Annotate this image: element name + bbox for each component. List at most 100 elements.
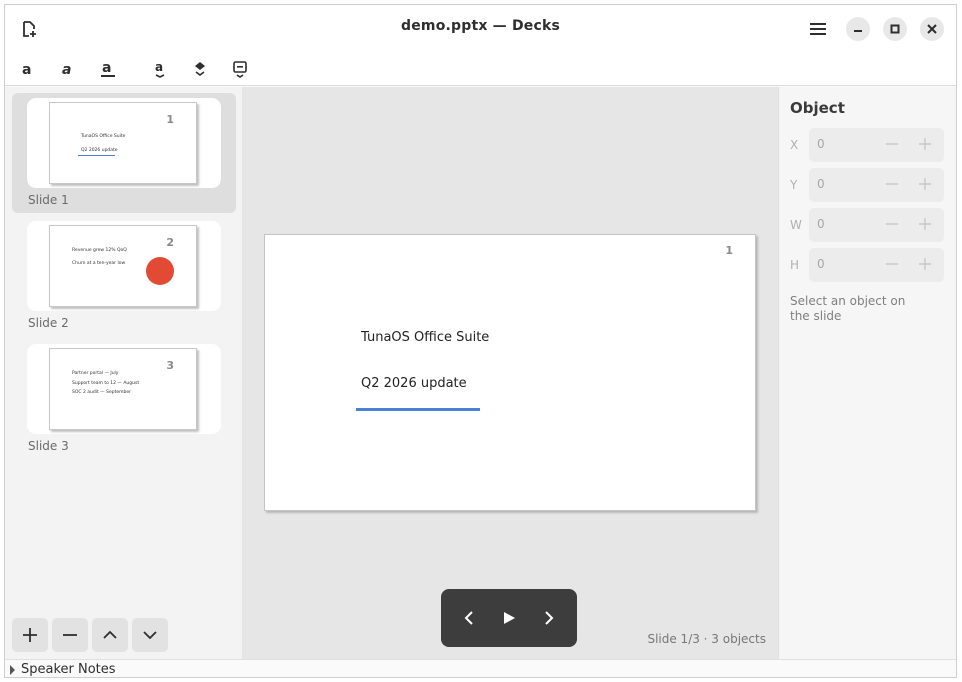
fill-color-button[interactable]: [187, 56, 213, 82]
remove-slide-button[interactable]: [52, 618, 88, 652]
presentation-controls: [441, 589, 577, 647]
remove-icon: [63, 634, 77, 636]
property-value[interactable]: 0: [817, 217, 825, 231]
minus-icon: [886, 183, 898, 185]
property-label: Y: [790, 178, 798, 192]
minus-icon: [886, 263, 898, 265]
increment-button[interactable]: [917, 176, 933, 192]
minimize-icon: [854, 30, 862, 32]
thumbnail-circle-shape: [146, 257, 174, 285]
property-h: H 0: [779, 248, 956, 282]
minimize-button[interactable]: [846, 17, 870, 41]
minus-icon: [886, 223, 898, 225]
previous-slide-button[interactable]: [457, 605, 483, 631]
play-icon: [504, 612, 515, 624]
svg-text:a: a: [22, 62, 31, 77]
decrement-button[interactable]: [884, 256, 900, 272]
close-icon: [927, 24, 937, 34]
thumbnail-slide-preview: 3 Partner portal — July Support team to …: [49, 348, 197, 430]
x-spinbutton[interactable]: 0: [809, 128, 944, 162]
decrement-button[interactable]: [884, 176, 900, 192]
close-button[interactable]: [920, 17, 944, 41]
thumbnail-text: Q2 2026 update: [81, 148, 118, 153]
property-value[interactable]: 0: [817, 177, 825, 191]
thumbnail-text: Support team to 12 — August: [72, 381, 140, 386]
underline-button[interactable]: a: [95, 56, 121, 82]
current-slide[interactable]: 1 TunaOS Office Suite Q2 2026 update: [264, 234, 756, 511]
comment-button[interactable]: [227, 56, 253, 82]
property-w: W 0: [779, 208, 956, 242]
comment-icon: [233, 61, 247, 78]
thumbnail-slide-number: 2: [166, 236, 174, 249]
thumbnail-slide-preview: 1 TunaOS Office Suite Q2 2026 update: [49, 102, 197, 184]
slide-title-text[interactable]: TunaOS Office Suite: [361, 330, 489, 345]
italic-icon: a: [62, 62, 71, 77]
thumbnail-card: 2 Revenue grew 12% QoQ Churn at a ten-ye…: [27, 221, 221, 311]
move-slide-down-button[interactable]: [132, 618, 168, 652]
add-slide-button[interactable]: [12, 618, 48, 652]
y-spinbutton[interactable]: 0: [809, 168, 944, 202]
property-y: Y 0: [779, 168, 956, 202]
underline-icon: a: [101, 60, 115, 77]
fill-color-icon: [195, 62, 205, 76]
property-label: H: [790, 258, 800, 272]
increment-button[interactable]: [917, 256, 933, 272]
slide-accent-line[interactable]: [356, 408, 480, 411]
thumbnail-caption: Slide 2: [28, 316, 69, 330]
inspector-hint: Select an object on the slide: [790, 294, 906, 323]
thumbnail-text: TunaOS Office Suite: [81, 134, 126, 139]
move-slide-up-button[interactable]: [92, 618, 128, 652]
plus-icon: [919, 258, 931, 270]
slide-canvas: 1 TunaOS Office Suite Q2 2026 update Sli…: [242, 87, 778, 659]
slide-status: Slide 1/3 · 3 objects: [647, 632, 766, 646]
speaker-notes-expander[interactable]: Speaker Notes: [5, 659, 956, 677]
property-label: W: [790, 218, 802, 232]
increment-button[interactable]: [917, 216, 933, 232]
bold-button[interactable]: a: [15, 56, 41, 82]
maximize-button[interactable]: [883, 17, 907, 41]
thumbnail-text: Churn at a ten-year low: [72, 261, 126, 266]
inspector-title: Object: [790, 99, 845, 117]
svg-text:a: a: [62, 62, 71, 77]
thumbnail-slide-number: 1: [166, 113, 174, 126]
thumbnail-caption: Slide 3: [28, 439, 69, 453]
property-value[interactable]: 0: [817, 257, 825, 271]
object-inspector: Object X 0 Y 0 W 0 H 0 Select an object …: [778, 87, 956, 659]
thumbnail-slide-preview: 2 Revenue grew 12% QoQ Churn at a ten-ye…: [49, 225, 197, 307]
slide-number: 1: [725, 244, 733, 257]
property-value[interactable]: 0: [817, 137, 825, 151]
text-color-button[interactable]: a: [147, 56, 173, 82]
increment-button[interactable]: [917, 136, 933, 152]
slide-thumbnail-3[interactable]: 3 Partner portal — July Support team to …: [12, 339, 236, 459]
app-window: demo.pptx — Decks a a a a 1 TunaOS Offic…: [4, 4, 957, 678]
slide-subtitle-text[interactable]: Q2 2026 update: [361, 376, 467, 391]
thumbnail-text: SOC 2 audit — September: [72, 390, 131, 395]
header-bar: demo.pptx — Decks: [5, 5, 956, 52]
italic-button[interactable]: a: [55, 56, 81, 82]
expander-arrow-icon: [10, 665, 15, 675]
thumbnail-text: Revenue grew 12% QoQ: [72, 248, 127, 253]
slides-panel: 1 TunaOS Office Suite Q2 2026 update Sli…: [5, 87, 242, 659]
hamburger-menu-icon: [810, 23, 826, 35]
thumbnail-accent-line: [78, 155, 115, 157]
main-menu-button[interactable]: [804, 15, 832, 43]
property-x: X 0: [779, 128, 956, 162]
move-down-icon: [143, 631, 157, 640]
width-spinbutton[interactable]: 0: [809, 208, 944, 242]
thumbnail-caption: Slide 1: [28, 193, 69, 207]
thumbnail-slide-number: 3: [166, 359, 174, 372]
height-spinbutton[interactable]: 0: [809, 248, 944, 282]
decrement-button[interactable]: [884, 216, 900, 232]
plus-icon: [919, 218, 931, 230]
decrement-button[interactable]: [884, 136, 900, 152]
move-up-icon: [103, 630, 117, 639]
add-icon: [23, 628, 37, 642]
slide-thumbnail-1[interactable]: 1 TunaOS Office Suite Q2 2026 update Sli…: [12, 93, 236, 213]
svg-text:a: a: [155, 60, 163, 74]
present-button[interactable]: [496, 605, 522, 631]
thumbnail-card: 3 Partner portal — July Support team to …: [27, 344, 221, 434]
chevron-right-icon: [545, 611, 554, 625]
slide-thumbnail-2[interactable]: 2 Revenue grew 12% QoQ Churn at a ten-ye…: [12, 216, 236, 336]
formatting-toolbar: a a a a: [5, 52, 956, 86]
next-slide-button[interactable]: [535, 605, 561, 631]
